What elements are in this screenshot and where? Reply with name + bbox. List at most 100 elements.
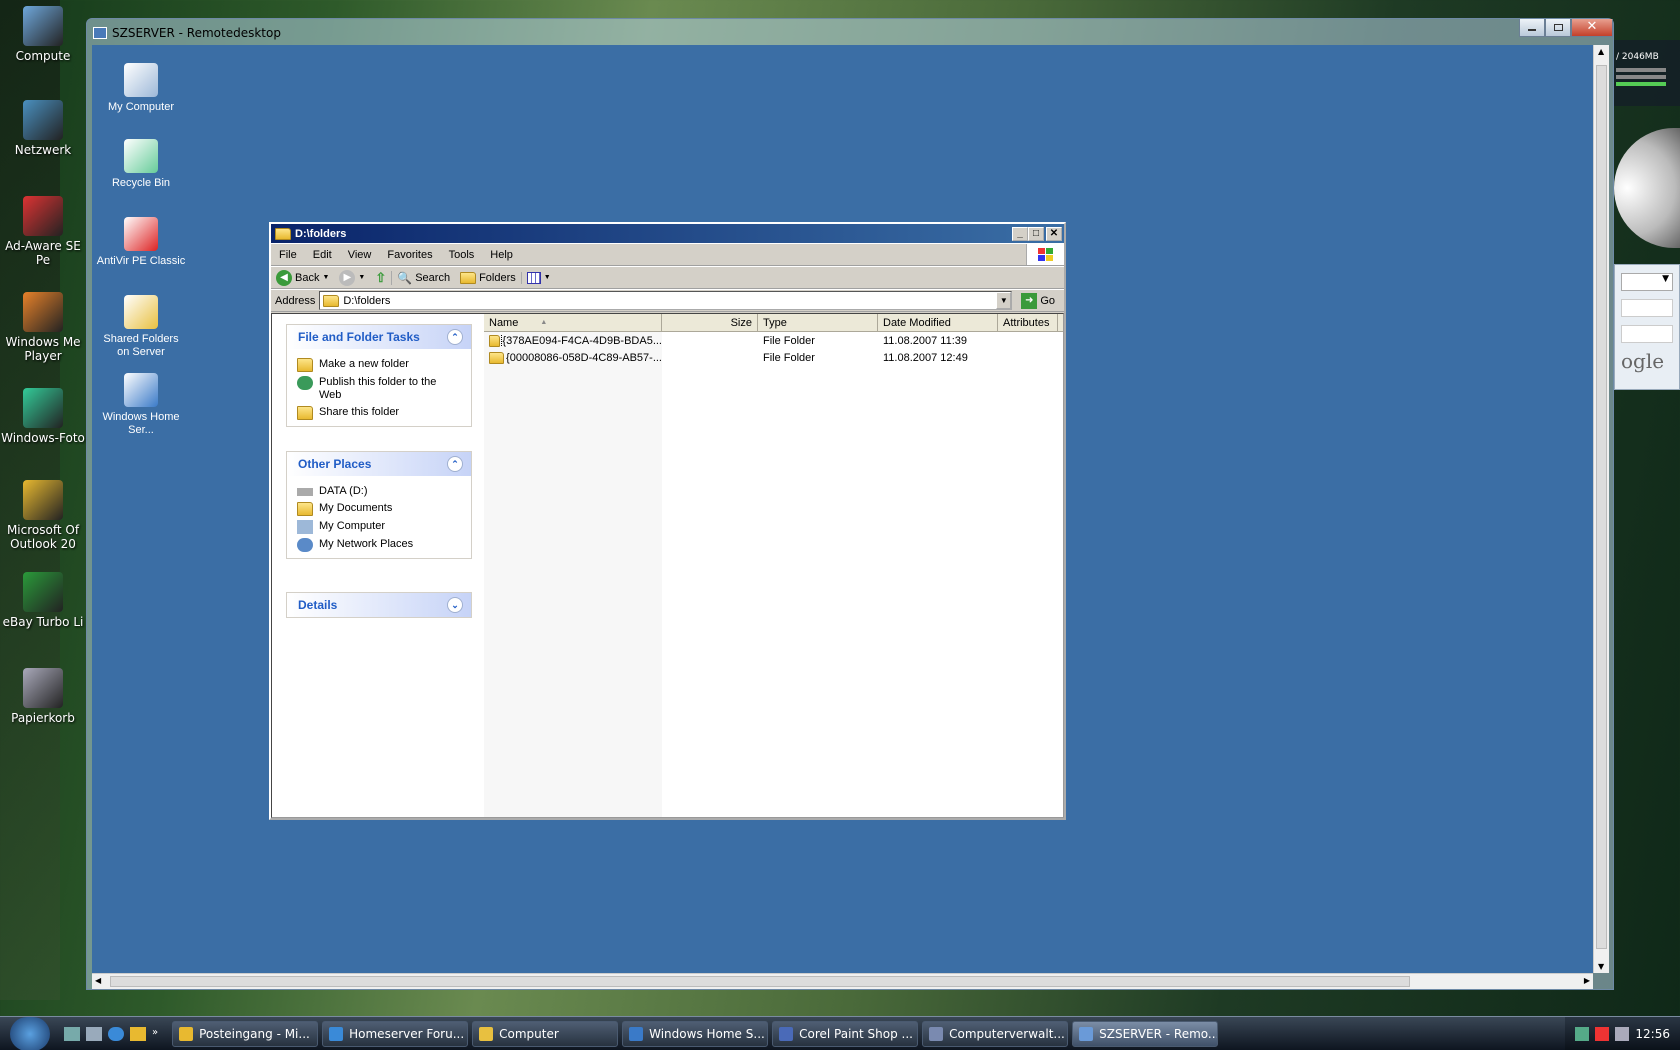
details-header[interactable]: Details ⌄ [287,593,471,617]
place-my-computer[interactable]: My Computer [287,518,471,536]
other-places-header[interactable]: Other Places ⌃ [287,452,471,476]
expand-chevron-icon[interactable]: ⌄ [447,597,463,613]
rdp-minimize-button[interactable] [1519,19,1545,37]
rdp-vertical-scrollbar[interactable]: ▲ ▼ [1593,45,1609,973]
folders-button[interactable]: Folders [455,271,521,284]
start-orb-icon[interactable] [10,1016,50,1050]
remote-desktop-icon[interactable]: AntiVir PE Classic [96,217,186,268]
taskbar-button[interactable]: Posteingang - Mi... [172,1020,319,1047]
table-row[interactable]: {00008086-058D-4C89-AB57-... File Folder 1… [484,349,1063,366]
column-type[interactable]: Type [758,314,878,331]
taskbar-button[interactable]: SZSERVER - Remo... [1072,1020,1219,1047]
rdp-horizontal-scrollbar[interactable]: ◀ ▶ [92,973,1593,989]
gadget-dropdown[interactable]: ▼ [1621,273,1673,291]
icon-label: Netzwerk [14,143,72,157]
menu-tools[interactable]: Tools [441,249,483,261]
gadget-input[interactable] [1621,325,1673,343]
task-make-new-folder[interactable]: Make a new folder [287,356,471,374]
taskbar-button[interactable]: Windows Home S... [622,1020,769,1047]
column-date-modified[interactable]: Date Modified [878,314,998,331]
folder-icon [489,334,501,347]
remote-desktop-icon[interactable]: Shared Folders on Server [96,295,186,359]
rdp-maximize-button[interactable] [1545,19,1571,37]
more-chevron-icon[interactable]: » [152,1027,158,1041]
tray-network-icon[interactable] [1575,1026,1590,1041]
address-input[interactable]: D:\folders ▼ [319,291,1013,310]
rdp-close-button[interactable]: ✕ [1571,19,1613,37]
place-network-places[interactable]: My Network Places [287,536,471,554]
menu-help[interactable]: Help [482,249,521,261]
place-data-drive[interactable]: DATA (D:) [287,483,471,500]
host-desktop-icon[interactable]: Windows Me Player [0,292,86,363]
up-folder-button[interactable]: ⇧ [370,270,391,286]
host-desktop-icon[interactable]: eBay Turbo Li [0,572,86,629]
views-button[interactable]: ▼ [520,271,556,284]
scroll-thumb[interactable] [1596,65,1607,949]
app-icon [779,1026,794,1041]
explorer-maximize-button[interactable]: □ [1028,227,1044,241]
menu-file[interactable]: File [271,249,305,261]
show-desktop-icon[interactable] [64,1026,80,1041]
search-button[interactable]: 🔍 Search [391,270,455,285]
menu-view[interactable]: View [340,249,380,261]
scroll-up-arrow-icon[interactable]: ▲ [1598,47,1604,56]
remote-desktop-icon[interactable]: Recycle Bin [96,139,186,190]
address-dropdown-icon[interactable]: ▼ [996,292,1012,309]
column-label: Type [763,316,787,329]
place-label: DATA (D:) [319,485,368,497]
tray-volume-icon[interactable] [1615,1026,1630,1041]
taskbar-button[interactable]: Computer [472,1020,619,1047]
back-button[interactable]: ◀ Back ▼ [271,269,334,286]
switch-windows-icon[interactable] [86,1026,102,1041]
taskbar-button[interactable]: Computerverwalt... [922,1020,1069,1047]
column-attributes[interactable]: Attributes [998,314,1058,331]
explorer-title-text: D:\folders [295,227,347,240]
back-dropdown-icon[interactable]: ▼ [322,274,329,281]
remote-desktop-icon[interactable]: Windows Home Ser... [96,373,186,437]
rdp-titlebar[interactable]: SZSERVER - Remotedesktop [93,22,281,44]
icon-label: Windows Me Player [5,335,81,363]
clock-text[interactable]: 12:56 [1635,1027,1670,1041]
scroll-down-arrow-icon[interactable]: ▼ [1598,962,1604,971]
place-label: My Network Places [319,538,414,550]
taskbar-button[interactable]: Homeserver Foru... [322,1020,469,1047]
forward-button[interactable]: ▶ ▼ [334,269,370,286]
menu-favorites[interactable]: Favorites [379,249,440,261]
column-name[interactable]: Name ▲ [484,314,662,331]
go-button[interactable]: ➜ Go [1016,292,1060,309]
tray-security-icon[interactable] [1595,1026,1610,1041]
gadget-input[interactable] [1621,299,1673,317]
other-places-panel: Other Places ⌃ DATA (D:) My Documents My… [286,451,472,559]
host-desktop-icon[interactable]: Compute [0,6,86,63]
collapse-chevron-icon[interactable]: ⌃ [447,456,463,472]
forward-dropdown-icon[interactable]: ▼ [358,274,365,281]
host-desktop-icon[interactable]: Ad-Aware SE Pe [0,196,86,267]
explorer-titlebar[interactable]: D:\folders [271,224,1064,243]
scroll-left-arrow-icon[interactable]: ◀ [95,976,101,985]
clock-gadget [1614,128,1680,248]
explorer-minimize-button[interactable]: _ [1012,227,1028,241]
explorer-close-button[interactable]: ✕ [1046,227,1062,241]
task-publish-folder[interactable]: Publish this folder to the Web [287,374,471,404]
place-my-documents[interactable]: My Documents [287,500,471,518]
column-size[interactable]: Size [662,314,758,331]
internet-explorer-icon[interactable] [108,1026,124,1041]
scroll-right-arrow-icon[interactable]: ▶ [1584,976,1590,985]
file-folder-tasks-header[interactable]: File and Folder Tasks ⌃ [287,325,471,349]
taskbar: » Posteingang - Mi... Homeserver Foru... C… [0,1016,1680,1050]
menu-edit[interactable]: Edit [305,249,340,261]
cell-name[interactable]: {378AE094-F4CA-4D9B-BDA5... [484,334,662,347]
collapse-chevron-icon[interactable]: ⌃ [447,329,463,345]
cell-name[interactable]: {00008086-058D-4C89-AB57-... [484,351,662,364]
taskbar-button[interactable]: Corel Paint Shop ... [772,1020,919,1047]
outlook-icon[interactable] [130,1026,146,1041]
remote-desktop-icon[interactable]: My Computer [96,63,186,114]
task-share-folder[interactable]: Share this folder [287,404,471,422]
host-desktop-icon[interactable]: Papierkorb [0,668,86,725]
host-desktop-icon[interactable]: Microsoft Of Outlook 20 [0,480,86,551]
hscroll-thumb[interactable] [110,976,1410,987]
table-row[interactable]: {378AE094-F4CA-4D9B-BDA5... File Folder 11… [484,332,1063,349]
explorer-window[interactable]: D:\folders _ □ ✕ File Edit View Favorite… [269,222,1066,820]
host-desktop-icon[interactable]: Netzwerk [0,100,86,157]
host-desktop-icon[interactable]: Windows-Foto [0,388,86,445]
